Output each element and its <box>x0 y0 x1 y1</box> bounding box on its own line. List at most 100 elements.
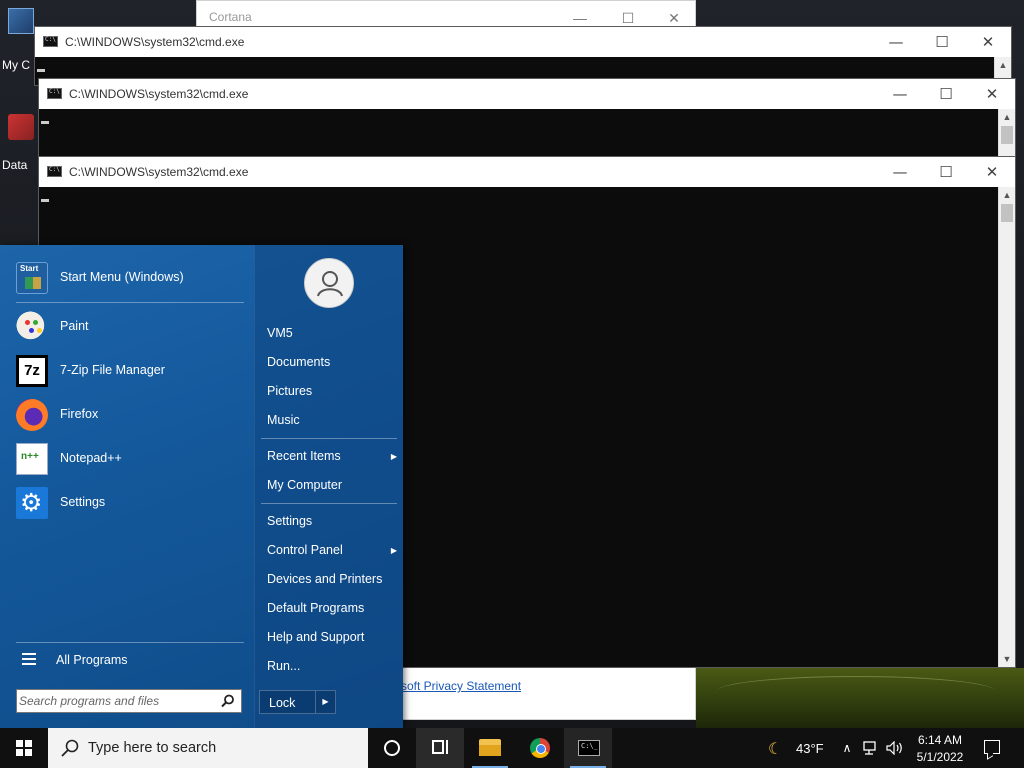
taskbar-search-box[interactable]: Type here to search <box>48 728 368 768</box>
maximize-button[interactable]: ☐ <box>923 79 969 109</box>
start-menu-places-pane: VM5 Documents Pictures Music Recent Item… <box>254 245 403 728</box>
moon-icon: ☾ <box>768 741 783 758</box>
close-button[interactable]: ✕ <box>969 79 1015 109</box>
all-programs-label: All Programs <box>56 653 128 667</box>
separator <box>16 302 244 303</box>
close-button[interactable]: ✕ <box>969 157 1015 187</box>
volume-icon[interactable] <box>884 728 906 768</box>
program-firefox[interactable]: Firefox <box>10 395 244 435</box>
title-bar[interactable]: C:\WINDOWS\system32\cmd.exe — ☐ ✕ <box>39 157 1015 187</box>
show-hidden-icons-chevron-icon[interactable]: ∧ <box>836 728 858 768</box>
place-control-panel[interactable]: Control Panel ▶ <box>267 543 397 565</box>
maximize-button[interactable]: ☐ <box>621 11 635 25</box>
paint-icon <box>16 311 48 343</box>
task-view-button[interactable] <box>416 728 464 768</box>
minimize-button[interactable]: — <box>873 27 919 57</box>
scroll-up-icon[interactable]: ▲ <box>999 109 1015 125</box>
minimize-button[interactable]: — <box>877 157 923 187</box>
text-cursor <box>41 199 49 202</box>
network-icon[interactable] <box>860 728 882 768</box>
close-button[interactable]: ✕ <box>667 11 681 25</box>
lock-button[interactable]: Lock ▶ <box>259 690 336 714</box>
cmd-icon <box>47 166 62 177</box>
program-label: Paint <box>60 319 89 333</box>
vertical-scrollbar[interactable]: ▲ ▼ <box>998 187 1015 667</box>
user-icon <box>317 271 343 297</box>
close-button[interactable]: ✕ <box>965 27 1011 57</box>
taskbar-search-text: Type here to search <box>88 740 217 756</box>
task-view-icon-bar <box>446 740 449 754</box>
list-icon <box>22 653 36 667</box>
vertical-scrollbar[interactable]: ▲ <box>998 109 1015 159</box>
start-menu: Start Menu (Windows) Paint 7z 7-Zip File… <box>0 245 403 728</box>
text-cursor <box>41 121 49 124</box>
desktop-icon-data[interactable]: Data <box>0 114 34 172</box>
clock-date: 5/1/2022 <box>916 750 964 764</box>
place-label: Recent Items <box>267 449 341 463</box>
start-menu-programs-pane: Start Menu (Windows) Paint 7z 7-Zip File… <box>0 245 254 728</box>
all-programs-button[interactable]: All Programs <box>10 645 244 675</box>
search-programs-box[interactable] <box>16 689 242 713</box>
window-title: C:\WINDOWS\system32\cmd.exe <box>65 35 245 49</box>
place-documents[interactable]: Documents <box>267 355 397 377</box>
privacy-statement-link[interactable]: soft Privacy Statement <box>401 679 521 693</box>
title-bar[interactable]: C:\WINDOWS\system32\cmd.exe — ☐ ✕ <box>39 79 1015 109</box>
submenu-arrow-icon: ▶ <box>390 546 397 555</box>
clock[interactable]: 6:14 AM 5/1/2022 <box>908 731 972 765</box>
user-avatar[interactable] <box>304 258 354 308</box>
chrome-icon <box>530 738 550 758</box>
minimize-button[interactable]: — <box>573 11 587 25</box>
maximize-button[interactable]: ☐ <box>919 27 965 57</box>
program-7zip[interactable]: 7z 7-Zip File Manager <box>10 351 244 391</box>
chrome-button[interactable] <box>516 728 564 768</box>
place-default-programs[interactable]: Default Programs <box>267 601 397 623</box>
place-my-computer[interactable]: My Computer <box>267 478 397 500</box>
scroll-down-icon[interactable]: ▼ <box>999 651 1015 667</box>
lock-options-arrow-icon[interactable]: ▶ <box>315 691 335 713</box>
cortana-button[interactable] <box>368 728 416 768</box>
place-music[interactable]: Music <box>267 413 397 435</box>
scroll-up-icon[interactable]: ▲ <box>999 187 1015 203</box>
start-button[interactable] <box>0 728 48 768</box>
text-cursor <box>37 69 45 72</box>
action-center-button[interactable] <box>968 728 1016 768</box>
title-bar[interactable]: C:\WINDOWS\system32\cmd.exe — ☐ ✕ <box>35 27 1011 57</box>
cmd-taskbar-button[interactable] <box>564 728 612 768</box>
cmd-icon <box>578 740 600 756</box>
program-paint[interactable]: Paint <box>10 307 244 347</box>
program-label: Notepad++ <box>60 451 122 465</box>
place-devices-and-printers[interactable]: Devices and Printers <box>267 572 397 594</box>
lock-label: Lock <box>269 696 296 710</box>
program-start-menu-windows[interactable]: Start Menu (Windows) <box>10 258 244 298</box>
file-explorer-button[interactable] <box>466 728 514 768</box>
maximize-button[interactable]: ☐ <box>923 157 969 187</box>
search-icon[interactable] <box>221 694 235 708</box>
notepad-plus-plus-icon <box>16 443 48 475</box>
taskbar: Type here to search ☾ 43°F ∧ <box>0 728 1024 768</box>
place-help-and-support[interactable]: Help and Support <box>267 630 397 652</box>
place-run[interactable]: Run... <box>267 659 397 681</box>
place-pictures[interactable]: Pictures <box>267 384 397 406</box>
place-recent-items[interactable]: Recent Items ▶ <box>267 449 397 471</box>
program-label: Firefox <box>60 407 99 421</box>
task-view-icon <box>432 740 444 754</box>
place-settings[interactable]: Settings <box>267 514 397 536</box>
cmd-window-1[interactable]: C:\WINDOWS\system32\cmd.exe — ☐ ✕ ▲ <box>34 26 1012 86</box>
place-user[interactable]: VM5 <box>267 326 397 348</box>
program-settings[interactable]: Settings <box>10 483 244 523</box>
scrollbar-thumb[interactable] <box>1001 204 1013 222</box>
cmd-icon <box>47 88 62 99</box>
clock-time: 6:14 AM <box>917 733 963 747</box>
scrollbar-thumb[interactable] <box>1001 126 1013 144</box>
weather-widget[interactable]: ☾ 43°F <box>764 728 834 768</box>
scroll-up-icon[interactable]: ▲ <box>995 57 1011 73</box>
program-label: 7-Zip File Manager <box>60 363 165 377</box>
desktop-icon-my-computer[interactable]: My C <box>0 8 34 72</box>
firefox-icon <box>16 399 48 431</box>
cmd-window-2[interactable]: C:\WINDOWS\system32\cmd.exe — ☐ ✕ ▲ <box>38 78 1016 160</box>
folder-icon <box>479 739 501 756</box>
search-icon <box>61 739 79 757</box>
search-programs-input[interactable] <box>19 692 215 710</box>
program-notepad-plus-plus[interactable]: Notepad++ <box>10 439 244 479</box>
minimize-button[interactable]: — <box>877 79 923 109</box>
